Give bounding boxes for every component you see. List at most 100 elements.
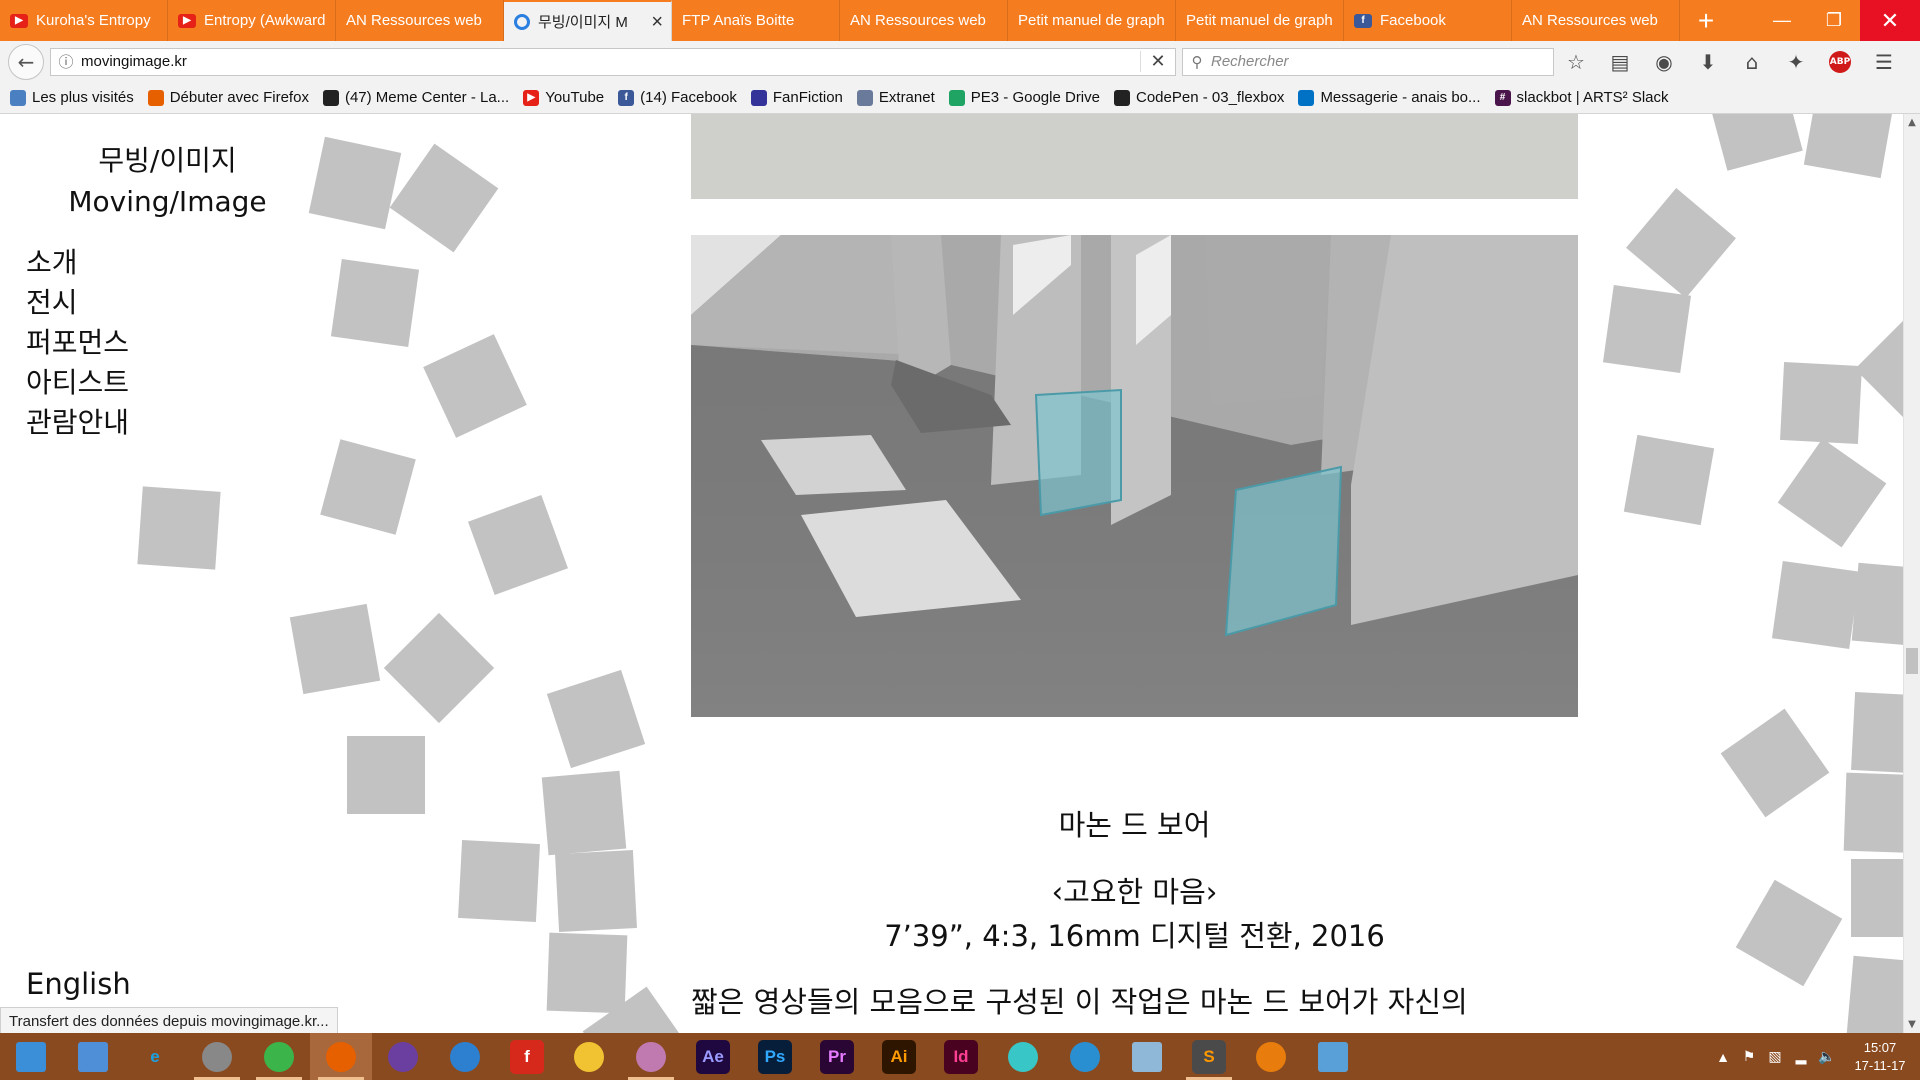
taskbar-button[interactable]	[620, 1033, 682, 1080]
browser-tab[interactable]: f Facebook	[1344, 0, 1512, 41]
loading-icon	[514, 13, 530, 30]
taskbar-button[interactable]	[310, 1033, 372, 1080]
decor-square	[1735, 879, 1843, 987]
taskbar-button[interactable]	[558, 1033, 620, 1080]
back-button[interactable]: ←	[8, 43, 44, 80]
address-bar[interactable]: ⓘ movingimage.kr ✕	[50, 47, 1176, 76]
bookmark-label: Extranet	[878, 89, 935, 106]
browser-tab[interactable]: FTP Anaïs Boitte	[672, 0, 840, 41]
browser-tab[interactable]: ▶ Entropy (Awkward	[168, 0, 336, 41]
taskbar-button[interactable]: Ai	[868, 1033, 930, 1080]
site-info-icon[interactable]: ⓘ	[51, 51, 81, 72]
scroll-up-icon[interactable]: ▲	[1904, 114, 1920, 131]
taskbar-button[interactable]	[248, 1033, 310, 1080]
taskbar-button[interactable]: Id	[930, 1033, 992, 1080]
navigation-toolbar: ← ⓘ movingimage.kr ✕ ⚲ Rechercher ☆ ▤ ◉ …	[0, 41, 1920, 82]
taskbar-button[interactable]	[1116, 1033, 1178, 1080]
minimize-button[interactable]: —	[1756, 0, 1808, 41]
browser-tab[interactable]: ▶ Kuroha's Entropy	[0, 0, 168, 41]
taskbar-button[interactable]	[1054, 1033, 1116, 1080]
bookmark-item[interactable]: (47) Meme Center - La...	[322, 89, 509, 106]
page-scrollbar[interactable]: ▲ ▼	[1903, 114, 1920, 1033]
device-icon[interactable]: ▧	[1762, 1048, 1788, 1065]
network-signal-icon[interactable]: ▂	[1788, 1048, 1814, 1065]
browser-tab[interactable]: Petit manuel de graph	[1008, 0, 1176, 41]
bookmark-item[interactable]: Extranet	[856, 89, 935, 106]
pocket-icon[interactable]: ◉	[1642, 46, 1686, 78]
maximize-button[interactable]: ❐	[1808, 0, 1860, 41]
taskbar-button[interactable]	[1240, 1033, 1302, 1080]
new-tab-button[interactable]: +	[1680, 0, 1732, 41]
browser-tab[interactable]: AN Ressources web	[336, 0, 504, 41]
site-title[interactable]: 무빙/이미지 Moving/Image	[0, 140, 335, 222]
clock-time: 15:07	[1863, 1039, 1897, 1055]
browser-tab[interactable]: AN Ressources web	[840, 0, 1008, 41]
reading-list-icon[interactable]: ▤	[1598, 46, 1642, 78]
taskbar-button[interactable]: Ae	[682, 1033, 744, 1080]
bookmark-item[interactable]: Messagerie - anais bo...	[1298, 89, 1481, 106]
browser-tab[interactable]: 무빙/이미지 M ×	[504, 0, 672, 41]
menu-item[interactable]: 소개	[26, 243, 129, 283]
tab-strip: ▶ Kuroha's Entropy ▶ Entropy (Awkward AN Res…	[0, 0, 1920, 41]
bookmark-item[interactable]: f (14) Facebook	[618, 89, 737, 106]
taskbar-button[interactable]	[372, 1033, 434, 1080]
browser-tab[interactable]: AN Ressources web	[1512, 0, 1680, 41]
close-window-button[interactable]: ✕	[1860, 0, 1920, 41]
search-placeholder[interactable]: Rechercher	[1211, 53, 1289, 70]
taskbar-button[interactable]: S	[1178, 1033, 1240, 1080]
downloads-icon[interactable]: ⬇	[1686, 46, 1730, 78]
search-icon: ⚲	[1191, 53, 1203, 71]
decor-square	[546, 932, 628, 1014]
paint-app-icon	[636, 1041, 666, 1072]
menu-item[interactable]: 아티스트	[26, 363, 129, 403]
bookmarks-toolbar: Les plus visités Débuter avec Firefox (47)…	[0, 82, 1920, 114]
volume-icon[interactable]: 🔈	[1814, 1048, 1840, 1065]
close-tab-icon[interactable]: ×	[651, 12, 663, 32]
home-icon[interactable]: ⌂	[1730, 46, 1774, 78]
menu-icon[interactable]: ☰	[1862, 46, 1906, 78]
mmd-app-icon	[1070, 1041, 1100, 1072]
menu-item[interactable]: 관람안내	[26, 403, 129, 443]
slack-icon: #	[1494, 89, 1511, 106]
menu-item[interactable]: 전시	[26, 283, 129, 323]
taskbar-button[interactable]: f	[496, 1033, 558, 1080]
decor-square	[541, 770, 627, 856]
taskbar-button[interactable]	[992, 1033, 1054, 1080]
browser-tab[interactable]: Petit manuel de graph	[1176, 0, 1344, 41]
bookmark-item[interactable]: PE3 - Google Drive	[948, 89, 1100, 106]
bookmark-label: slackbot | ARTS² Slack	[1516, 89, 1669, 106]
search-box[interactable]: ⚲ Rechercher	[1182, 47, 1554, 76]
work-details: 7’39”, 4:3, 16mm 디지털 전환, 2016	[884, 919, 1385, 953]
menu-item[interactable]: 퍼포먼스	[26, 323, 129, 363]
bookmark-item[interactable]: # slackbot | ARTS² Slack	[1494, 89, 1669, 106]
thunderbird-icon	[450, 1041, 480, 1072]
scroll-down-icon[interactable]: ▼	[1904, 1016, 1920, 1033]
language-link-english[interactable]: English	[26, 967, 131, 1001]
taskbar-button[interactable]: e	[124, 1033, 186, 1080]
taskbar-button[interactable]	[1302, 1033, 1364, 1080]
bookmark-item[interactable]: CodePen - 03_flexbox	[1114, 89, 1284, 106]
bookmark-item[interactable]: FanFiction	[750, 89, 843, 106]
clock[interactable]: 15:07 17-11-17	[1840, 1039, 1920, 1075]
taskbar-button[interactable]	[434, 1033, 496, 1080]
decor-square	[1780, 362, 1862, 444]
decor-square	[458, 840, 540, 922]
bookmark-item[interactable]: Les plus visités	[10, 89, 134, 106]
scrollbar-thumb[interactable]	[1906, 648, 1918, 674]
site-title-korean[interactable]: 무빙/이미지	[0, 140, 335, 181]
taskbar-button[interactable]: Ps	[744, 1033, 806, 1080]
bookmark-item[interactable]: Débuter avec Firefox	[147, 89, 309, 106]
extension-icon[interactable]: ✦	[1774, 46, 1818, 78]
taskbar-button[interactable]: Pr	[806, 1033, 868, 1080]
bookmark-item[interactable]: ▶ YouTube	[523, 89, 604, 106]
notification-flag-icon[interactable]: ⚑	[1736, 1048, 1762, 1065]
adblock-icon[interactable]: ABP	[1818, 46, 1862, 78]
stop-loading-icon[interactable]: ✕	[1140, 51, 1175, 72]
bookmark-star-icon[interactable]: ☆	[1554, 46, 1598, 78]
taskbar-button[interactable]	[0, 1033, 62, 1080]
taskbar-button[interactable]	[62, 1033, 124, 1080]
url-text[interactable]: movingimage.kr	[81, 53, 1140, 70]
tray-expand-icon[interactable]: ▲	[1710, 1049, 1736, 1065]
site-title-english[interactable]: Moving/Image	[0, 181, 335, 222]
taskbar-button[interactable]	[186, 1033, 248, 1080]
